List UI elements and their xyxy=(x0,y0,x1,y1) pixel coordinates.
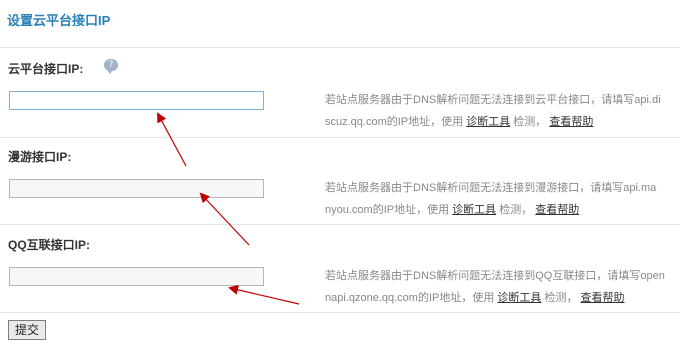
annotation-arrows xyxy=(157,112,300,305)
arrow-3 xyxy=(228,284,300,305)
arrow-2 xyxy=(199,192,250,246)
arrow-1 xyxy=(157,112,187,167)
